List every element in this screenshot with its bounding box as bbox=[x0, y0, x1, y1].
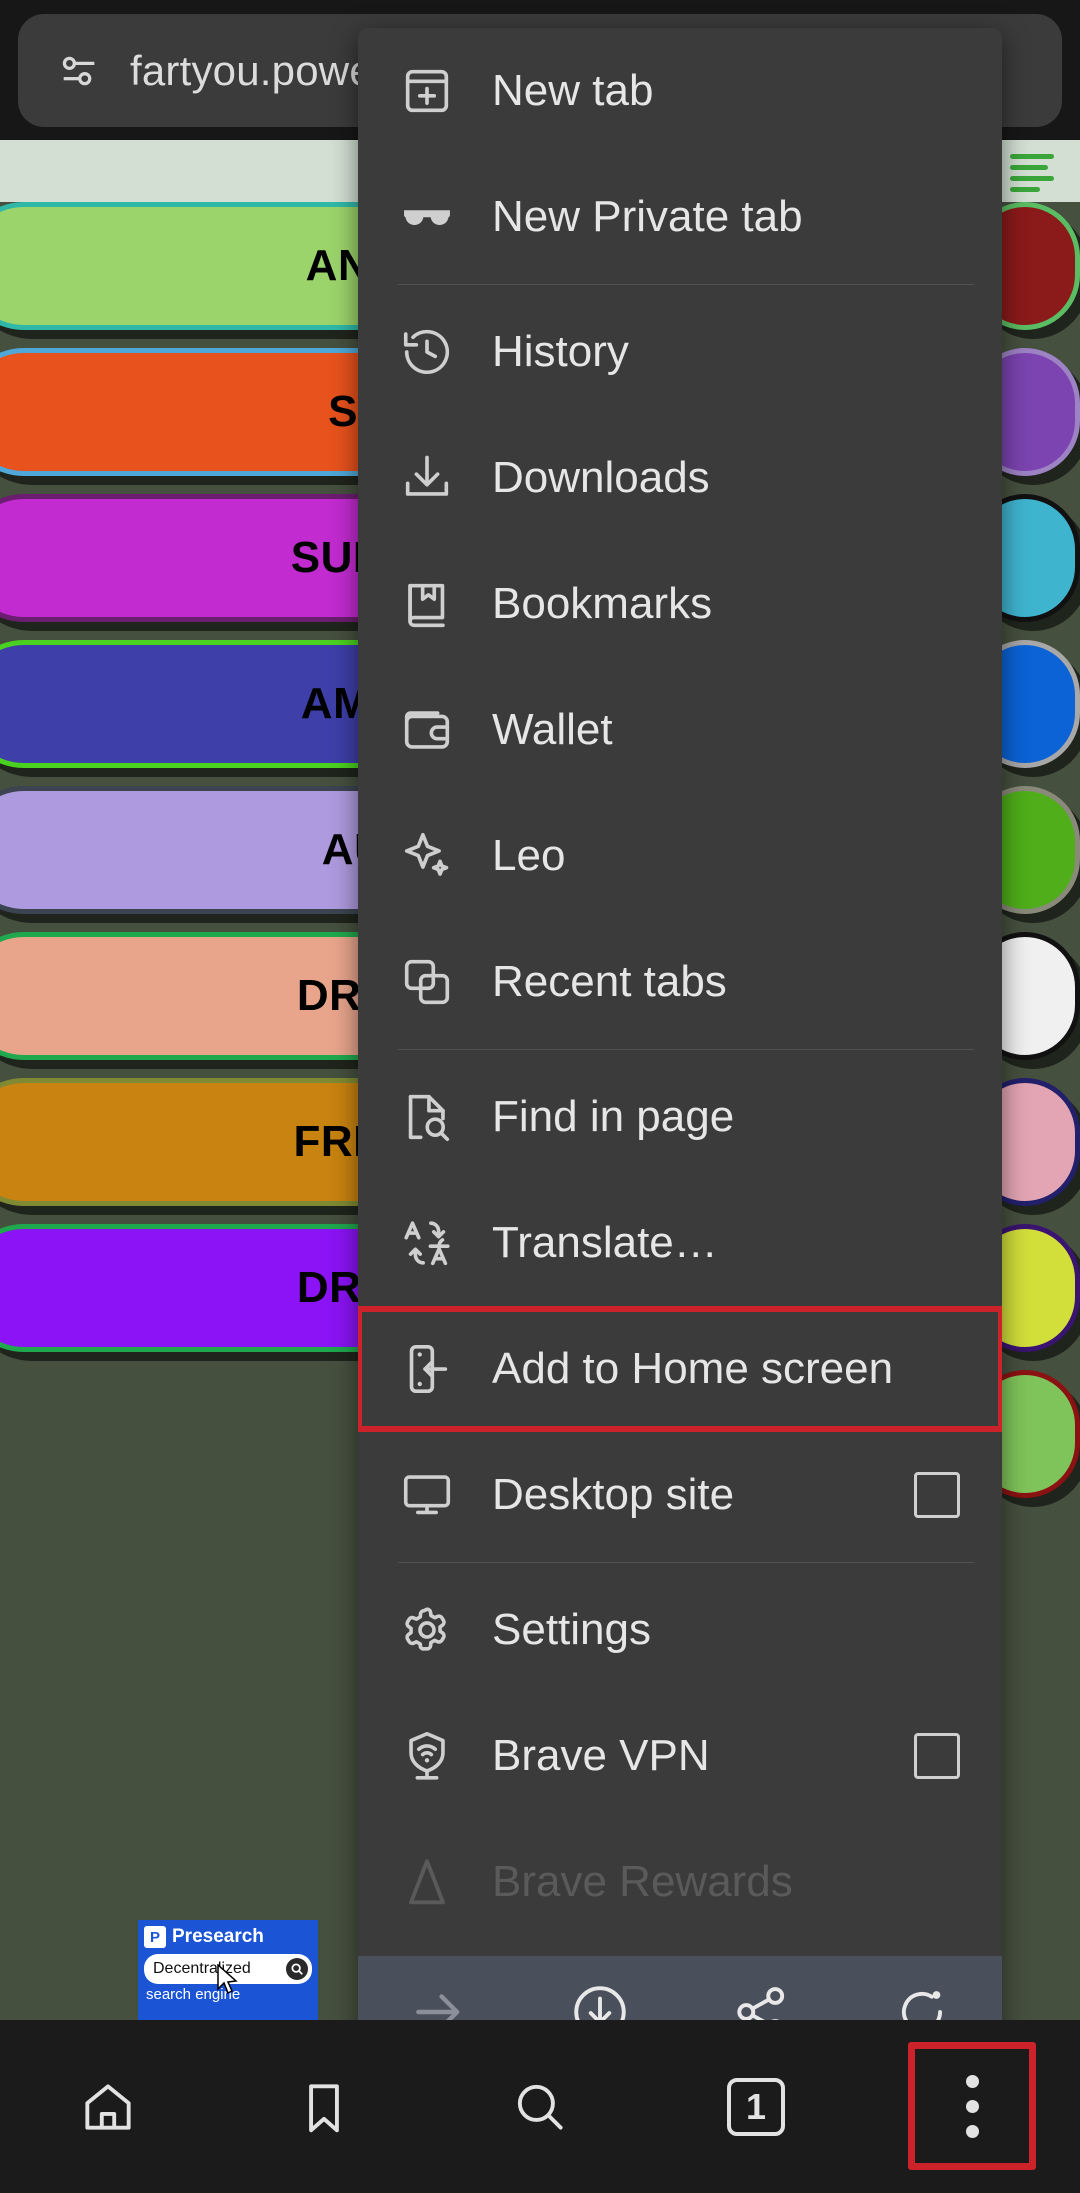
vpn-shield-icon bbox=[398, 1727, 456, 1785]
ad-header: P Presearch bbox=[138, 1920, 318, 1952]
menu-item-history[interactable]: History bbox=[358, 289, 1002, 415]
menu-item-label: Brave Rewards bbox=[492, 1857, 793, 1906]
add-to-home-icon bbox=[398, 1340, 456, 1398]
menu-item-label: Bookmarks bbox=[492, 579, 713, 628]
glasses-icon bbox=[398, 188, 456, 246]
menu-item-label: Brave VPN bbox=[492, 1731, 710, 1780]
search-button[interactable] bbox=[432, 2020, 648, 2193]
menu-item-label: Desktop site bbox=[492, 1470, 735, 1519]
menu-divider bbox=[398, 1562, 974, 1563]
menu-item-label: New Private tab bbox=[492, 192, 803, 241]
url-text: fartyou.power bbox=[130, 46, 388, 94]
menu-item-new-private-tab[interactable]: New Private tab bbox=[358, 154, 1002, 280]
brave-shield-icon[interactable] bbox=[56, 48, 102, 94]
menu-item-new-tab[interactable]: New tab bbox=[358, 28, 1002, 154]
recent-tabs-icon bbox=[398, 953, 456, 1011]
history-clock-icon bbox=[398, 323, 456, 381]
desktop-monitor-icon bbox=[398, 1466, 456, 1524]
overflow-menu-highlight bbox=[908, 2042, 1036, 2170]
download-icon bbox=[398, 449, 456, 507]
new-tab-icon bbox=[398, 62, 456, 120]
translate-icon bbox=[398, 1214, 456, 1272]
tab-count-icon: 1 bbox=[727, 2077, 785, 2136]
gear-icon bbox=[398, 1601, 456, 1659]
menu-item-brave-vpn[interactable]: Brave VPN bbox=[358, 1693, 1002, 1819]
menu-item-find-in-page[interactable]: Find in page bbox=[358, 1054, 1002, 1180]
bottom-navigation-bar: 1 bbox=[0, 2020, 1080, 2193]
presearch-logo-icon: P bbox=[144, 1926, 166, 1948]
menu-item-wallet[interactable]: Wallet bbox=[358, 667, 1002, 793]
menu-item-settings[interactable]: Settings bbox=[358, 1567, 1002, 1693]
phone-screen: fartyou.power ANCIENT FARTSUPER FARTSURP… bbox=[0, 0, 1080, 2193]
menu-divider bbox=[398, 284, 974, 285]
menu-item-label: Recent tabs bbox=[492, 957, 727, 1006]
wallet-icon bbox=[398, 701, 456, 759]
menu-item-label: History bbox=[492, 327, 629, 376]
bookmark-book-icon bbox=[398, 575, 456, 633]
sparkle-icon bbox=[398, 827, 456, 885]
menu-item-bookmarks[interactable]: Bookmarks bbox=[358, 541, 1002, 667]
menu-item-leo[interactable]: Leo bbox=[358, 793, 1002, 919]
checkbox-desktop-site[interactable] bbox=[914, 1472, 960, 1518]
menu-item-label: Translate… bbox=[492, 1218, 718, 1267]
menu-item-desktop-site[interactable]: Desktop site bbox=[358, 1432, 1002, 1558]
menu-item-downloads[interactable]: Downloads bbox=[358, 415, 1002, 541]
menu-divider bbox=[398, 1049, 974, 1050]
menu-item-brave-rewards[interactable]: Brave Rewards bbox=[358, 1819, 1002, 1945]
tab-switcher-button[interactable]: 1 bbox=[648, 2020, 864, 2193]
magnifier-icon bbox=[286, 1958, 308, 1980]
mouse-cursor-icon bbox=[216, 1963, 240, 1996]
brave-lion-icon bbox=[398, 1853, 456, 1911]
menu-item-label: Leo bbox=[492, 831, 566, 880]
overflow-menu[interactable]: New tab New Private tab History Downloads Bo… bbox=[358, 28, 1002, 2068]
menu-item-label: Downloads bbox=[492, 453, 710, 502]
hamburger-menu-icon[interactable] bbox=[1010, 154, 1054, 192]
menu-item-label: Wallet bbox=[492, 705, 613, 754]
menu-item-label: New tab bbox=[492, 66, 654, 115]
ad-brand: Presearch bbox=[172, 1926, 264, 1947]
overflow-menu-button[interactable] bbox=[864, 2020, 1080, 2193]
menu-item-label: Add to Home screen bbox=[492, 1344, 894, 1393]
home-button[interactable] bbox=[0, 2020, 216, 2193]
bookmarks-button[interactable] bbox=[216, 2020, 432, 2193]
menu-item-label: Settings bbox=[492, 1605, 651, 1654]
find-in-page-icon bbox=[398, 1088, 456, 1146]
menu-item-add-to-home-screen[interactable]: Add to Home screen bbox=[358, 1306, 1002, 1432]
menu-item-recent-tabs[interactable]: Recent tabs bbox=[358, 919, 1002, 1045]
menu-item-label: Find in page bbox=[492, 1092, 735, 1141]
menu-item-translate[interactable]: Translate… bbox=[358, 1180, 1002, 1306]
presearch-ad[interactable]: P Presearch Decentralized search engine bbox=[138, 1920, 318, 2020]
checkbox-brave-vpn[interactable] bbox=[914, 1733, 960, 1779]
